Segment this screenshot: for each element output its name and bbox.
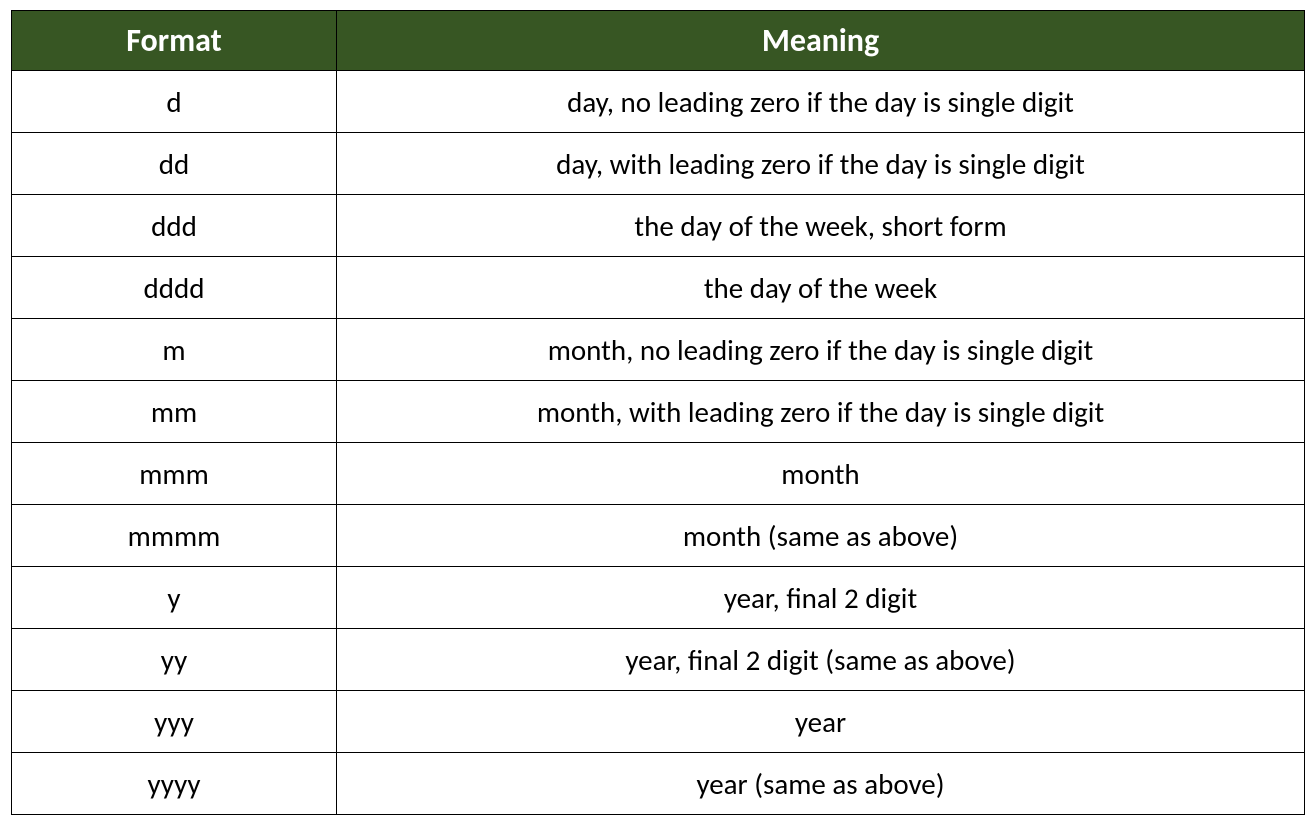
cell-format: d [12,71,337,133]
cell-meaning: year (same as above) [337,753,1305,815]
table-row: dd day, with leading zero if the day is … [12,133,1305,195]
cell-format: ddd [12,195,337,257]
table-row: yyy year [12,691,1305,753]
cell-meaning: year, final 2 digit (same as above) [337,629,1305,691]
cell-meaning: the day of the week, short form [337,195,1305,257]
cell-meaning: month, no leading zero if the day is sin… [337,319,1305,381]
table-row: mmm month [12,443,1305,505]
table-row: yy year, final 2 digit (same as above) [12,629,1305,691]
cell-meaning: day, no leading zero if the day is singl… [337,71,1305,133]
cell-format: mmmm [12,505,337,567]
cell-format: mm [12,381,337,443]
table-row: dddd the day of the week [12,257,1305,319]
cell-format: dd [12,133,337,195]
cell-meaning: year, final 2 digit [337,567,1305,629]
cell-format: y [12,567,337,629]
cell-meaning: the day of the week [337,257,1305,319]
table-header-row: Format Meaning [12,11,1305,71]
header-meaning: Meaning [337,11,1305,71]
cell-format: yyyy [12,753,337,815]
cell-meaning: day, with leading zero if the day is sin… [337,133,1305,195]
cell-format: mmm [12,443,337,505]
cell-format: dddd [12,257,337,319]
cell-format: m [12,319,337,381]
header-format: Format [12,11,337,71]
table-row: mmmm month (same as above) [12,505,1305,567]
table-row: mm month, with leading zero if the day i… [12,381,1305,443]
cell-meaning: month [337,443,1305,505]
table-row: y year, final 2 digit [12,567,1305,629]
format-table: Format Meaning d day, no leading zero if… [11,10,1305,815]
table-row: m month, no leading zero if the day is s… [12,319,1305,381]
cell-meaning: month, with leading zero if the day is s… [337,381,1305,443]
cell-format: yyy [12,691,337,753]
cell-meaning: month (same as above) [337,505,1305,567]
table-row: yyyy year (same as above) [12,753,1305,815]
cell-format: yy [12,629,337,691]
cell-meaning: year [337,691,1305,753]
table-row: ddd the day of the week, short form [12,195,1305,257]
table-row: d day, no leading zero if the day is sin… [12,71,1305,133]
